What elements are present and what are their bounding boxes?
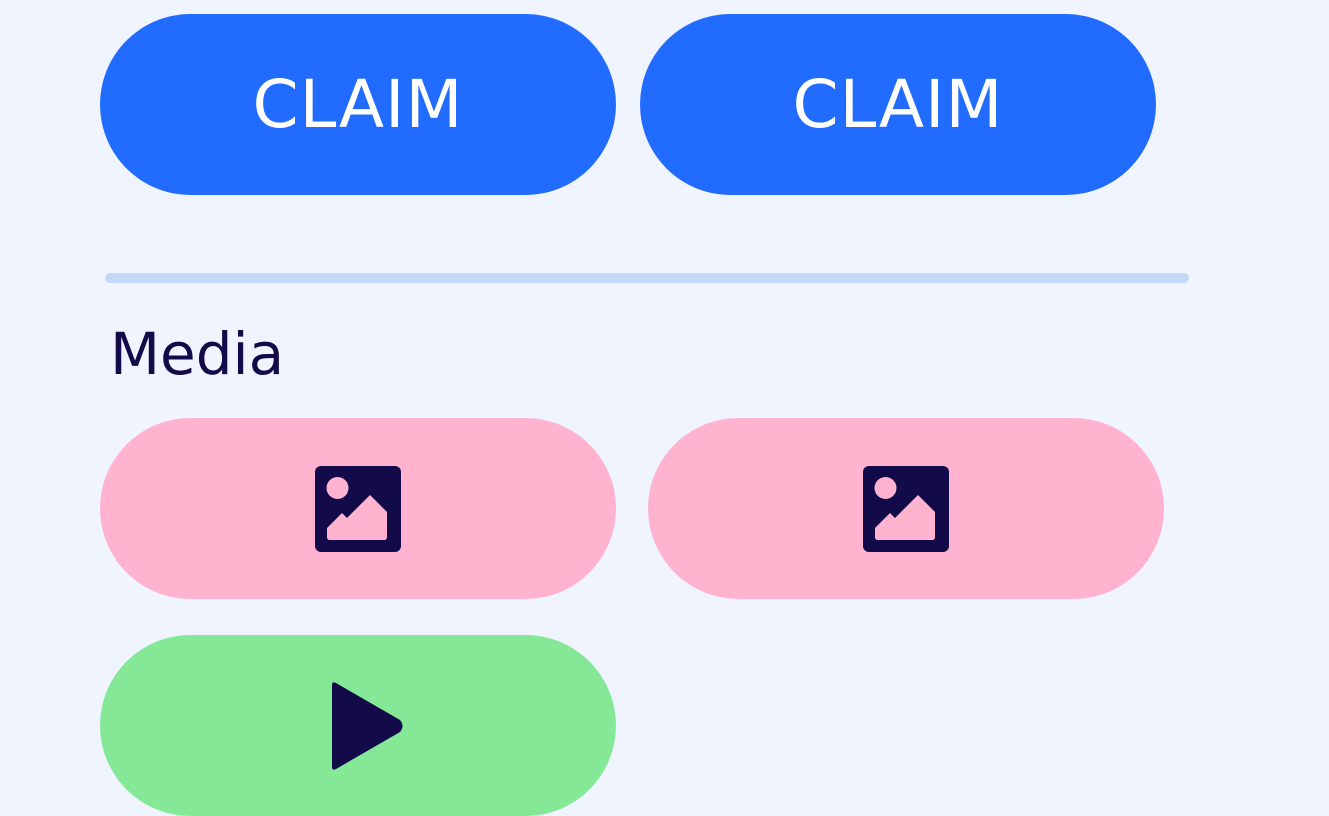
play-icon: [326, 681, 406, 771]
image-icon: [315, 465, 401, 552]
media-section-title: Media: [110, 320, 285, 388]
image-media-button-1[interactable]: [100, 418, 616, 599]
claim-button-1[interactable]: CLAIM: [100, 14, 616, 195]
video-media-button[interactable]: [100, 635, 616, 816]
claim-button-label: CLAIM: [792, 66, 1004, 143]
image-icon: [863, 465, 949, 552]
image-media-button-2[interactable]: [648, 418, 1164, 599]
claim-button-label: CLAIM: [252, 66, 464, 143]
claim-button-2[interactable]: CLAIM: [640, 14, 1156, 195]
section-divider: [105, 273, 1189, 283]
